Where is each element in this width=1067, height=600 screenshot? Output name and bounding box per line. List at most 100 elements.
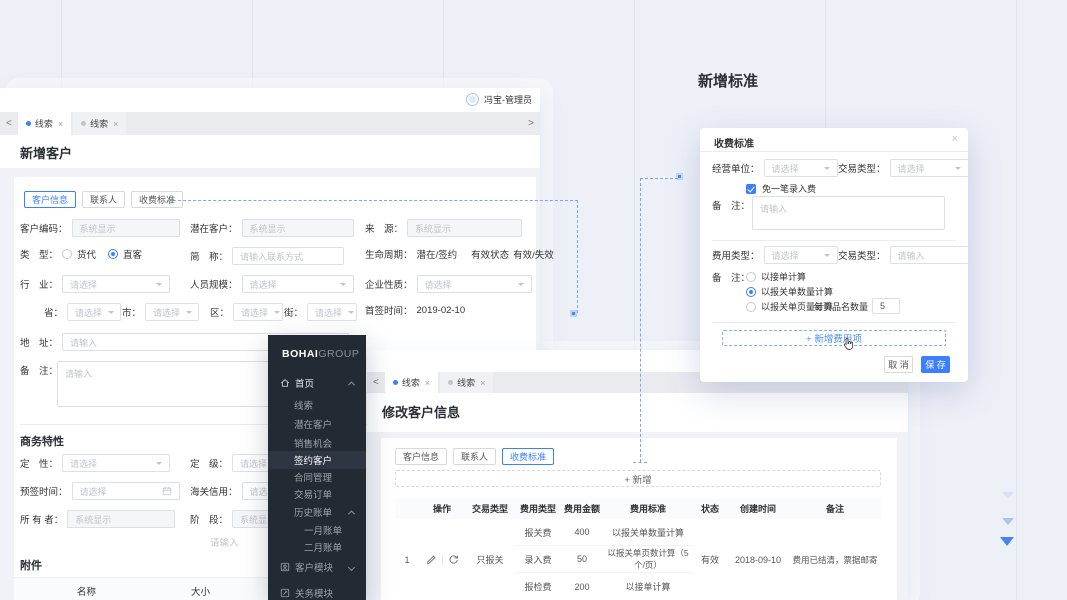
owner-input[interactable]: 系统显示 bbox=[67, 510, 176, 528]
potential-customer-input[interactable]: 系统显示 bbox=[241, 219, 354, 237]
sidebar-item-january-bill[interactable]: 一月账单 bbox=[268, 521, 366, 539]
field-enterprise-nature: 企业性质： 请选择 bbox=[365, 275, 532, 293]
sidebar-item-contract-management[interactable]: 合同管理 bbox=[268, 468, 366, 486]
sidebar-item-home[interactable]: 首页 bbox=[268, 374, 366, 392]
field-first-sign-time: 首签时间： 2019-02-10 bbox=[365, 304, 466, 318]
free-entry-checkbox-row[interactable]: 免一笔录入费 bbox=[746, 182, 816, 195]
add-fee-item-button[interactable]: + 新增费用项 bbox=[722, 330, 946, 346]
sidebar-item-trade-orders[interactable]: 交易订单 bbox=[268, 485, 366, 503]
field-industry: 行 业： 请选择 bbox=[20, 275, 171, 293]
field-city: 市： 请选择 bbox=[122, 303, 200, 321]
inactive-dot-icon bbox=[448, 380, 454, 385]
staff-scale-select[interactable]: 请选择 bbox=[241, 275, 354, 293]
tab-fee-standard[interactable]: 收费标准 bbox=[502, 448, 555, 465]
sidebar-item-customs-module[interactable]: 关务模块 bbox=[268, 584, 366, 600]
doc-tab-clue-2[interactable]: 线索 × bbox=[440, 372, 494, 393]
qualitative-select[interactable]: 请选择 bbox=[62, 454, 171, 472]
sidebar-item-signed-customers[interactable]: 签约客户 bbox=[268, 451, 366, 469]
active-dot-icon bbox=[392, 380, 398, 385]
doc-tab-clue-2[interactable]: 线索 × bbox=[73, 112, 127, 135]
add-fee-standard-button[interactable]: + 新增 bbox=[395, 470, 881, 487]
refresh-icon[interactable] bbox=[448, 554, 459, 565]
tab-customer-info[interactable]: 客户信息 bbox=[24, 191, 77, 208]
radio-by-order[interactable]: 以接单计算 bbox=[746, 270, 806, 283]
industry-select[interactable]: 请选择 bbox=[62, 275, 171, 293]
user-badge[interactable]: 冯宝-管理员 bbox=[466, 93, 532, 106]
radio-by-declaration-count[interactable]: 以报关单数量计算 bbox=[746, 285, 833, 298]
fee-subrow: 报关费 400 以报关单数量计算 bbox=[515, 519, 693, 546]
field-potential-customer: 潜在客户： 系统显示 bbox=[190, 219, 354, 237]
home-icon bbox=[280, 378, 290, 388]
chevron-down-icon bbox=[186, 311, 193, 317]
city-select[interactable]: 请选择 bbox=[145, 303, 200, 321]
hand-cursor-icon bbox=[842, 337, 855, 351]
radio-forwarder[interactable] bbox=[62, 249, 73, 259]
close-icon[interactable]: × bbox=[952, 133, 958, 145]
field-trade-type-2: 交易类型： 请输入 bbox=[838, 246, 969, 264]
chevron-down-icon bbox=[274, 311, 281, 317]
checkbox-checked-icon[interactable] bbox=[746, 183, 756, 194]
radio-off-icon[interactable] bbox=[746, 271, 756, 282]
close-icon[interactable]: × bbox=[425, 378, 430, 388]
presign-date-picker[interactable]: 请选择 bbox=[71, 482, 180, 500]
field-qualitative: 定 性： 请选择 bbox=[20, 454, 171, 472]
active-dot-icon bbox=[25, 121, 31, 126]
field-presign-time: 预签时间： 请选择 bbox=[20, 482, 180, 500]
per-page-count-input[interactable]: 5 bbox=[872, 298, 901, 314]
tabs-prev-arrow[interactable]: < bbox=[0, 112, 18, 135]
left-doc-tabstrip: < 线索 × 线索 × > bbox=[0, 112, 540, 135]
chevron-down-icon bbox=[348, 311, 355, 317]
chevron-down-icon bbox=[823, 167, 830, 173]
street-select[interactable]: 请选择 bbox=[307, 303, 358, 321]
modal-remark-textarea[interactable]: 请输入 bbox=[752, 196, 945, 230]
district-select[interactable]: 请选择 bbox=[233, 303, 284, 321]
close-icon[interactable]: × bbox=[480, 378, 485, 388]
tabs-next-arrow[interactable]: > bbox=[522, 112, 540, 135]
business-unit-select[interactable]: 请选择 bbox=[763, 159, 838, 177]
customer-code-input[interactable]: 系统显示 bbox=[71, 219, 180, 237]
customer-module-icon bbox=[280, 562, 290, 572]
chevron-down-icon bbox=[954, 167, 961, 173]
row-status: 有效 bbox=[700, 555, 719, 565]
tab-contacts[interactable]: 联系人 bbox=[453, 448, 497, 465]
field-remark-label: 备 注： bbox=[20, 366, 59, 377]
col-trade-type: 交易类型 bbox=[471, 504, 508, 514]
col-fee-type: 费用类型 bbox=[519, 504, 556, 514]
sidebar-item-customer-module[interactable]: 客户模块 bbox=[268, 558, 366, 576]
doc-tab-clue-1[interactable]: 线索 × bbox=[17, 112, 72, 135]
annotation-title: 新增标准 bbox=[698, 73, 759, 90]
sidebar-item-clues[interactable]: 线索 bbox=[268, 396, 366, 414]
page-title: 修改客户信息 bbox=[382, 405, 461, 420]
sidebar-item-sales-opportunities[interactable]: 销售机会 bbox=[268, 434, 366, 452]
fee-subrow: 报检费 200 以接单计算 bbox=[524, 581, 671, 593]
short-name-input[interactable]: 请输入联系方式 bbox=[232, 247, 345, 265]
sidebar-item-history-bills[interactable]: 历史账单 bbox=[268, 503, 366, 521]
row-actions bbox=[419, 519, 465, 600]
sidebar-item-february-bill[interactable]: 二月账单 bbox=[268, 538, 366, 556]
radio-on-icon[interactable] bbox=[746, 286, 756, 297]
radio-off-icon[interactable] bbox=[746, 301, 756, 312]
left-seg-tabs: 客户信息 联系人 收费标准 bbox=[24, 191, 184, 208]
modal-title: 收费标准 bbox=[714, 139, 754, 150]
trade-type-select[interactable]: 请选择 bbox=[889, 159, 969, 177]
province-select[interactable]: 请选择 bbox=[67, 303, 122, 321]
fee-type-select[interactable]: 请选择 bbox=[763, 246, 838, 264]
trade-type-input[interactable]: 请输入 bbox=[889, 246, 969, 264]
radio-direct[interactable] bbox=[108, 249, 119, 259]
save-button[interactable]: 保 存 bbox=[921, 356, 950, 373]
scroll-hint-triangle bbox=[1002, 492, 1014, 499]
tab-customer-info[interactable]: 客户信息 bbox=[395, 448, 448, 465]
sidebar-item-potential-customers[interactable]: 潜在客户 bbox=[268, 415, 366, 433]
connector-line bbox=[640, 178, 641, 462]
close-icon[interactable]: × bbox=[113, 119, 118, 129]
close-icon[interactable]: × bbox=[58, 119, 63, 129]
edit-icon[interactable] bbox=[426, 554, 437, 565]
tab-contacts[interactable]: 联系人 bbox=[82, 191, 126, 208]
doc-tab-clue-1[interactable]: 线索 × bbox=[384, 372, 439, 393]
col-status: 状态 bbox=[700, 504, 719, 514]
source-input[interactable]: 系统显示 bbox=[407, 219, 523, 237]
tabs-prev-arrow[interactable]: < bbox=[367, 372, 385, 393]
cancel-button[interactable]: 取 消 bbox=[884, 356, 913, 373]
enterprise-nature-select[interactable]: 请选择 bbox=[416, 275, 532, 293]
field-staff-scale: 人员规模： 请选择 bbox=[190, 275, 354, 293]
